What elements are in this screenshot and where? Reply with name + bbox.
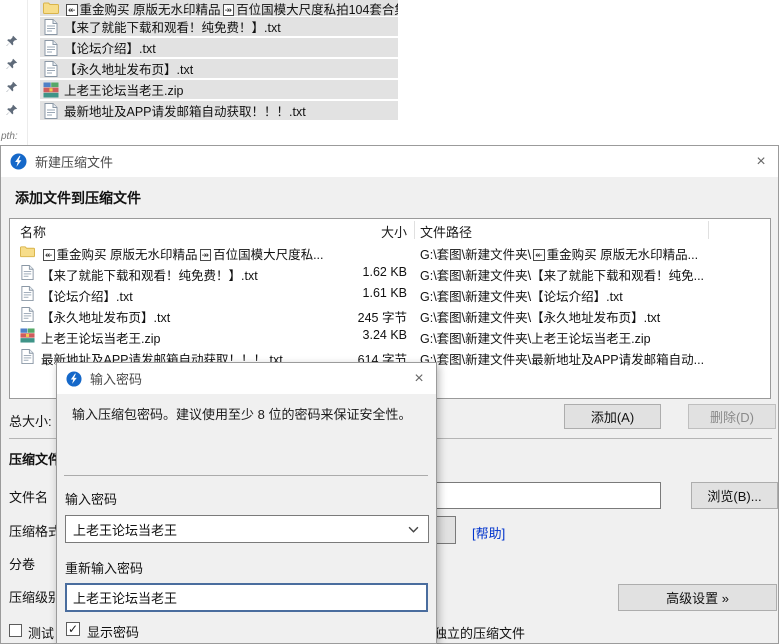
text-file-icon (43, 19, 59, 35)
volume-label: 分卷 (9, 554, 35, 573)
show-password-checkbox[interactable]: ✓ (66, 622, 80, 636)
table-row[interactable]: 上老王论坛当老王.zip 3.24 KB G:\套图\新建文件夹\上老王论坛当老… (10, 325, 770, 346)
advanced-settings-button[interactable]: 高级设置 » (618, 584, 777, 611)
password-hint-text: 输入压缩包密码。建议使用至少 8 位的密码来保证安全性。 (72, 404, 427, 423)
clipped-text-fragment: pth: (1, 131, 18, 142)
file-name: 最新地址及APP请发邮箱自动获取！！！.txt (64, 101, 306, 120)
folder-icon (43, 0, 59, 16)
password-label: 输入密码 (65, 489, 117, 508)
folder-icon (20, 244, 35, 259)
file-name: ↞重金购买 原版无水印精品↠百位国模大尺度私... (41, 244, 393, 263)
text-file-icon (20, 265, 35, 280)
file-size: 1.61 KB (310, 286, 407, 300)
bandizip-icon (10, 153, 27, 170)
list-item-zip[interactable]: 上老王论坛当老王.zip (40, 80, 398, 99)
column-divider (708, 221, 709, 239)
list-item-txt[interactable]: 最新地址及APP请发邮箱自动获取！！！.txt (40, 101, 398, 120)
pin-icon (6, 104, 18, 116)
divider (64, 475, 428, 476)
delete-button[interactable]: 删除(D) (688, 404, 776, 429)
file-name: 【来了就能下载和观看！纯免费！】.txt (64, 17, 281, 36)
help-link[interactable]: [帮助] (472, 523, 505, 542)
pin-icon (6, 35, 18, 47)
test-checkbox[interactable] (9, 624, 22, 637)
bandizip-icon (66, 371, 82, 387)
test-checkbox-label: 测试 (28, 623, 54, 642)
file-path: G:\套图\新建文件夹\↞重金购买 原版无水印精品... (420, 244, 710, 263)
close-icon[interactable]: × (744, 146, 778, 177)
file-size: 1.62 KB (310, 265, 407, 279)
filename-label: 文件名 (9, 487, 48, 506)
column-header-path[interactable]: 文件路径 (420, 222, 472, 241)
text-file-icon (43, 40, 59, 56)
left-arrows-icon: ↞ (66, 4, 78, 16)
file-size: 245 字节 (310, 307, 407, 326)
file-name: 【论坛介绍】.txt (64, 38, 156, 57)
column-divider (414, 221, 415, 239)
chevron-down-icon (408, 526, 419, 533)
password-value: 上老王论坛当老王 (73, 520, 177, 539)
text-file-icon (43, 103, 59, 119)
file-size: 3.24 KB (310, 328, 407, 342)
format-label: 压缩格式 (9, 521, 61, 540)
file-name: 【永久地址发布页】.txt (64, 59, 193, 78)
column-header-name[interactable]: 名称 (20, 222, 46, 241)
left-arrows-icon: ↞ (533, 249, 545, 261)
file-path: G:\套图\新建文件夹\上老王论坛当老王.zip (420, 328, 710, 347)
list-item-txt[interactable]: 【永久地址发布页】.txt (40, 59, 398, 78)
enter-password-dialog: 输入密码 × 输入压缩包密码。建议使用至少 8 位的密码来保证安全性。 输入密码… (56, 362, 437, 644)
table-row[interactable]: 【来了就能下载和观看！纯免费！】.txt 1.62 KB G:\套图\新建文件夹… (10, 262, 770, 283)
archive-icon (43, 82, 59, 98)
pin-icon (6, 58, 18, 70)
archive-file-section-label: 压缩文件 (9, 449, 61, 468)
browse-button[interactable]: 浏览(B)... (691, 482, 778, 509)
list-item-txt[interactable]: 【来了就能下载和观看！纯免费！】.txt (40, 17, 398, 36)
explorer-pane-divider (27, 0, 28, 145)
dialog-title: 新建压缩文件 (35, 152, 113, 171)
file-name: 上老王论坛当老王.zip (64, 80, 183, 99)
screen: ↞重金购买 原版无水印精品↠百位国模大尺度私拍104套合集 【来了就能下载和观看… (0, 0, 780, 644)
confirm-password-label: 重新输入密码 (65, 558, 143, 577)
table-row[interactable]: 【论坛介绍】.txt 1.61 KB G:\套图\新建文件夹\【论坛介绍】.tx… (10, 283, 770, 304)
text-file-icon (20, 286, 35, 301)
confirm-password-input[interactable] (65, 583, 428, 612)
list-item-txt[interactable]: 【论坛介绍】.txt (40, 38, 398, 57)
show-password-label: 显示密码 (87, 622, 139, 641)
archive-icon (20, 328, 35, 343)
text-file-icon (20, 307, 35, 322)
text-file-icon (43, 61, 59, 77)
separate-archive-label-fragment: 独立的压缩文件 (434, 623, 525, 642)
column-header-size[interactable]: 大小 (310, 222, 407, 241)
right-arrows-icon: ↠ (223, 4, 235, 16)
left-arrows-icon: ↞ (43, 249, 55, 261)
table-row[interactable]: 【永久地址发布页】.txt 245 字节 G:\套图\新建文件夹\【永久地址发布… (10, 304, 770, 325)
close-icon[interactable]: × (402, 363, 436, 394)
add-button[interactable]: 添加(A) (564, 404, 661, 429)
table-header: 名称 大小 文件路径 (10, 219, 770, 241)
file-path: G:\套图\新建文件夹\最新地址及APP请发邮箱自动... (420, 349, 710, 368)
password-titlebar[interactable]: 输入密码 × (57, 363, 436, 394)
file-path: G:\套图\新建文件夹\【永久地址发布页】.txt (420, 307, 710, 326)
new-archive-titlebar[interactable]: 新建压缩文件 × (1, 146, 778, 177)
list-item-folder[interactable]: ↞重金购买 原版无水印精品↠百位国模大尺度私拍104套合集 (40, 0, 398, 16)
dialog-title: 输入密码 (90, 369, 142, 388)
file-name: ↞重金购买 原版无水印精品↠百位国模大尺度私拍104套合集 (64, 0, 398, 16)
pin-icon (6, 81, 18, 93)
total-size-label: 总大小: (9, 411, 52, 430)
level-label: 压缩级别 (9, 587, 61, 606)
right-arrows-icon: ↠ (200, 249, 212, 261)
table-row[interactable]: ↞重金购买 原版无水印精品↠百位国模大尺度私... G:\套图\新建文件夹\↞重… (10, 241, 770, 262)
section-title: 添加文件到压缩文件 (15, 188, 141, 208)
file-path: G:\套图\新建文件夹\【论坛介绍】.txt (420, 286, 710, 305)
text-file-icon (20, 349, 35, 364)
file-path: G:\套图\新建文件夹\【来了就能下载和观看！纯免... (420, 265, 710, 284)
password-combobox[interactable]: 上老王论坛当老王 (65, 515, 429, 543)
